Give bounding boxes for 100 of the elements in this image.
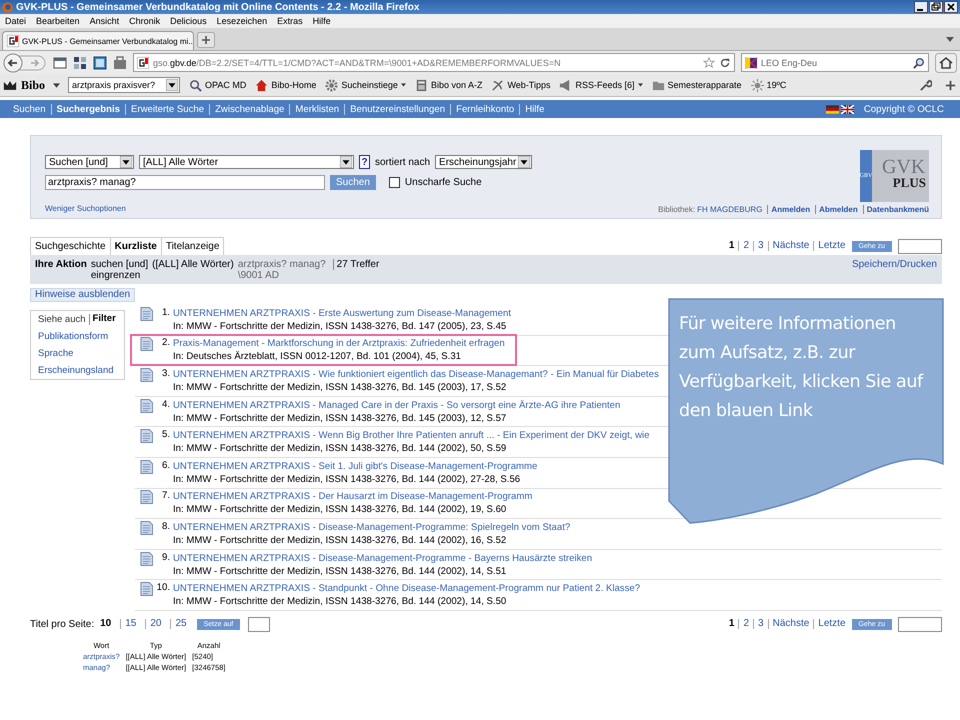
- toolbar-item[interactable]: Semesterapparate: [652, 78, 742, 92]
- minimize-icon[interactable]: [914, 1, 928, 13]
- menu-item[interactable]: Extras: [277, 16, 303, 26]
- home-icon[interactable]: [935, 52, 957, 72]
- nav-link[interactable]: Suchen: [10, 104, 51, 114]
- restore-icon[interactable]: [929, 1, 943, 13]
- search-icon[interactable]: [913, 56, 925, 68]
- save-print-link[interactable]: Speichern/Drucken: [852, 259, 937, 270]
- result-title-link[interactable]: UNTERNEHMEN ARZTPRAXIS - Erste Auswertung zum Disease-Management: [173, 306, 512, 320]
- per-page-field[interactable]: [248, 616, 270, 632]
- plus-icon[interactable]: [944, 78, 957, 92]
- toolbar-item[interactable]: Bibo-Home: [255, 78, 316, 92]
- window-icon[interactable]: [93, 56, 107, 70]
- menu-item[interactable]: Delicious: [170, 16, 207, 26]
- page-link[interactable]: 3: [753, 241, 768, 251]
- result-title-link[interactable]: UNTERNEHMEN ARZTPRAXIS - Wie funktioniert eigentlich das Disease-Managemant? - Ein Manual für Diabetes: [173, 368, 659, 381]
- nav-link[interactable]: Erweiterte Suche: [125, 104, 210, 114]
- browser-logo-icon: [2, 2, 13, 12]
- nav-link[interactable]: Suchergebnis: [50, 104, 125, 114]
- menu-item[interactable]: Datei: [5, 16, 26, 26]
- hide-hints-button[interactable]: Hinweise ausblenden: [30, 288, 136, 302]
- filter-link[interactable]: Sprache: [38, 345, 124, 362]
- document-icon: [140, 490, 153, 504]
- menu-item[interactable]: Ansicht: [90, 16, 120, 26]
- result-title-link[interactable]: UNTERNEHMEN ARZTPRAXIS - Disease-Management-Programme: Spielregeln vom Staat?: [173, 520, 570, 534]
- page-number-field[interactable]: [898, 616, 942, 632]
- nav-link[interactable]: Zwischenablage: [209, 104, 290, 114]
- next-link[interactable]: Nächste: [768, 241, 814, 251]
- toolbar-item[interactable]: Web-Tipps: [491, 78, 550, 92]
- nav-link[interactable]: Fernleihkonto: [450, 104, 520, 114]
- sort-select[interactable]: Erscheinungsjahr: [435, 155, 532, 169]
- menu-item[interactable]: Lesezeichen: [216, 16, 268, 26]
- briefcase-icon[interactable]: [113, 56, 127, 70]
- plus-icon[interactable]: [197, 32, 215, 48]
- caret-icon: [400, 83, 406, 87]
- account-link[interactable]: Datenbankmenü: [862, 205, 929, 214]
- result-title-link[interactable]: UNTERNEHMEN ARZTPRAXIS - Seit 1. Juli gibt's Disease-Management-Programme: [173, 460, 538, 473]
- index-select[interactable]: [ALL] Alle Wörter: [139, 155, 354, 169]
- filter-link[interactable]: Publikationsform: [38, 328, 124, 345]
- view-tab[interactable]: Suchgeschichte: [31, 238, 110, 255]
- page-number-field[interactable]: [898, 238, 942, 254]
- british-flag-icon[interactable]: [840, 104, 854, 114]
- toolbar-item[interactable]: 19ºC: [750, 78, 786, 92]
- close-icon[interactable]: [944, 1, 958, 13]
- next-link[interactable]: Nächste: [768, 619, 814, 630]
- per-page-option[interactable]: 25: [170, 619, 191, 630]
- result-title-link[interactable]: Praxis-Management - Marktforschung in der Arztpraxis: Zufriedenheit erfragen: [173, 337, 505, 350]
- menu-item[interactable]: Bearbeiten: [36, 16, 80, 26]
- browser-tab[interactable]: GVK-PLUS - Gemeinsamer Verbundkatalog mi...: [2, 31, 194, 50]
- reload-icon[interactable]: [719, 56, 731, 68]
- star-icon[interactable]: [703, 56, 715, 68]
- dropdown-arrow-icon[interactable]: [166, 79, 178, 91]
- fuzzy-checkbox[interactable]: [388, 177, 400, 188]
- search-bar[interactable]: LEO Eng-Deu: [741, 53, 929, 72]
- caret-icon[interactable]: [53, 82, 60, 88]
- query-field[interactable]: arztpraxis? manag?: [45, 175, 325, 190]
- per-page-option[interactable]: 10: [96, 619, 116, 630]
- result-title-link[interactable]: UNTERNEHMEN ARZTPRAXIS - Disease-Management-Programme - Bayerns Hausärzte streiken: [173, 552, 592, 565]
- toolbar-search-field[interactable]: arztpraxis praxisver?: [68, 77, 180, 93]
- per-page-option[interactable]: 15: [120, 619, 140, 630]
- toolbar-item[interactable]: Sucheinstiege: [325, 78, 406, 92]
- page-link[interactable]: 3: [753, 619, 768, 630]
- account-link[interactable]: Abmelden: [815, 205, 858, 214]
- result-title-link[interactable]: UNTERNEHMEN ARZTPRAXIS - Managed Care in der Praxis - So versorgt eine Ärzte-AG ihre Patienten: [173, 398, 620, 412]
- library-link[interactable]: FH MAGDEBURG: [697, 205, 762, 214]
- page-link[interactable]: 2: [738, 619, 754, 630]
- page-link[interactable]: 1: [724, 241, 738, 251]
- toolbar-brand[interactable]: Bibo: [21, 78, 46, 92]
- page-link[interactable]: 1: [724, 619, 738, 630]
- sidebar-tab[interactable]: Siehe auch: [38, 314, 86, 325]
- result-title-link[interactable]: UNTERNEHMEN ARZTPRAXIS - Standpunkt - Ohne Disease-Management-Programm nur Patient 2. Klasse?: [173, 582, 640, 596]
- nav-link[interactable]: Merklisten: [289, 104, 344, 114]
- grid-icon[interactable]: [73, 56, 87, 70]
- sidebar-tab[interactable]: Filter: [88, 314, 116, 325]
- toolbar-item[interactable]: OPAC MD: [189, 78, 246, 92]
- help-button[interactable]: ?: [359, 155, 370, 169]
- account-link[interactable]: Anmelden: [767, 205, 810, 214]
- german-flag-icon[interactable]: [826, 104, 839, 114]
- address-bar[interactable]: gso.gbv.de/DB=2.2/SET=4/TTL=1/CMD?ACT=AND&TRM=\9001+AD&REMEMBERFORMVALUES=N: [133, 53, 735, 72]
- caret-icon: [638, 83, 643, 87]
- wrench-icon[interactable]: [919, 78, 932, 92]
- toolbar-item[interactable]: Bibo von A-Z: [414, 78, 482, 92]
- less-options-link[interactable]: Weniger Suchoptionen: [45, 204, 126, 213]
- last-link[interactable]: Letzte: [813, 241, 850, 251]
- toolbar-item[interactable]: RSS-Feeds [6]: [559, 78, 643, 92]
- nav-link[interactable]: Benutzereinstellungen: [344, 104, 450, 114]
- back-forward-icon[interactable]: [3, 52, 47, 72]
- menu-item[interactable]: Hilfe: [312, 16, 331, 26]
- last-link[interactable]: Letzte: [813, 619, 850, 630]
- page-link[interactable]: 2: [738, 241, 754, 251]
- filter-link[interactable]: Erscheinungsland: [38, 362, 124, 379]
- caret-icon[interactable]: [946, 37, 954, 42]
- per-page-option[interactable]: 20: [145, 619, 166, 630]
- action-index: ([ALL] Alle Wörter): [152, 259, 234, 270]
- search-mode-select[interactable]: Suchen [und]: [45, 155, 134, 169]
- nav-link[interactable]: Hilfe: [519, 104, 550, 114]
- result-title-link[interactable]: UNTERNEHMEN ARZTPRAXIS - Der Hausarzt im Disease-Management-Programm: [173, 490, 532, 504]
- result-title-link[interactable]: UNTERNEHMEN ARZTPRAXIS - Wenn Big Brother Ihre Patienten anruft ... - Ein Experiment der DKV zeigt, wie: [173, 429, 650, 442]
- window-icon[interactable]: [53, 56, 67, 70]
- menu-item[interactable]: Chronik: [129, 16, 160, 26]
